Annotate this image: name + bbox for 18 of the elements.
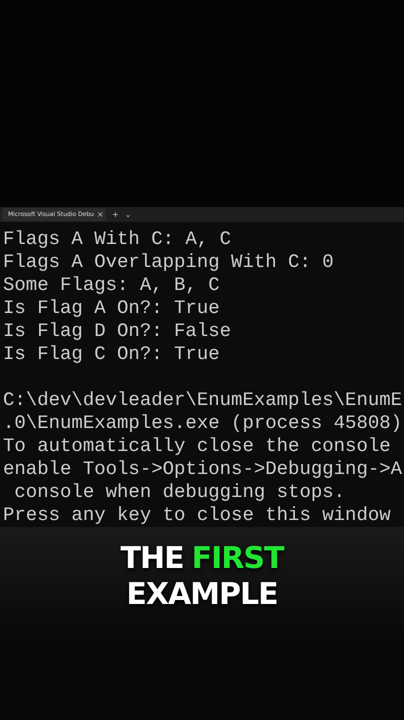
console-line: C:\dev\devleader\EnumExamples\EnumE [3,389,404,412]
console-line: Press any key to close this window [3,504,392,527]
console-line: Is Flag A On?: True [3,297,221,320]
console-line: Is Flag C On?: True [3,343,221,366]
console-line: .0\EnumExamples.exe (process 45808) [3,412,404,435]
console-line: Flags A Overlapping With C: 0 [3,251,335,274]
caption-word: FIRST [192,541,284,577]
console-line: To automatically close the console [3,435,392,458]
console-line: Flags A With C: A, C [3,228,232,251]
tab-dropdown-button[interactable]: ⌄ [124,210,132,218]
console-line: Some Flags: A, B, C [3,274,221,297]
console-line: Is Flag D On?: False [3,320,232,343]
new-tab-button[interactable]: + [112,210,119,218]
close-tab-button[interactable]: × [96,210,104,218]
console-line: enable Tools->Options->Debugging->A [3,458,404,481]
caption-word: EXAMPLE [126,577,278,613]
console-line: console when debugging stops. [13,481,346,504]
caption-word: THE [120,541,184,577]
